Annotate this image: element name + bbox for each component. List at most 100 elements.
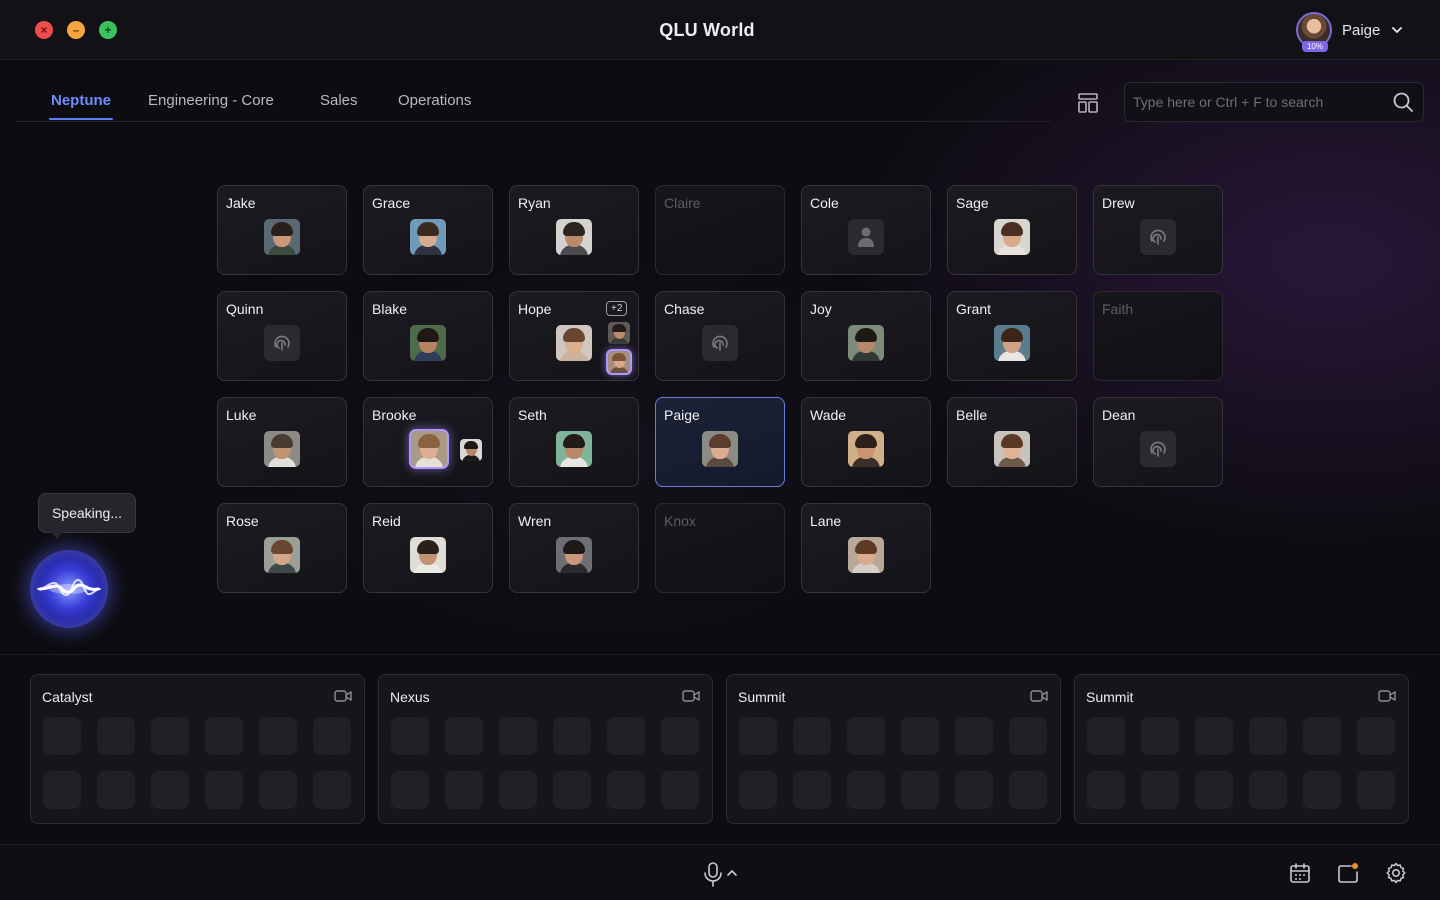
tab-neptune[interactable]: Neptune [51,92,111,109]
seat [1249,771,1287,809]
room-name: Quinn [226,301,264,317]
room-reid[interactable]: Reid [363,503,493,593]
room-lane[interactable]: Lane [801,503,931,593]
seat [793,771,831,809]
room-name: Ryan [518,195,551,211]
room-faith[interactable]: Faith [1093,291,1223,381]
room-sage[interactable]: Sage [947,185,1077,275]
calendar-icon[interactable] [1288,861,1312,885]
user-avatar [410,537,446,573]
seat [205,771,243,809]
seat [499,771,537,809]
room-name: Dean [1102,407,1136,423]
seat [739,717,777,755]
room-name: Seth [518,407,547,423]
room-blake[interactable]: Blake [363,291,493,381]
seat [205,717,243,755]
room-name: Rose [226,513,259,529]
seat [43,771,81,809]
room-name: Hope [518,301,552,317]
room-quinn[interactable]: Quinn [217,291,347,381]
room-knox[interactable]: Knox [655,503,785,593]
seat [1357,717,1395,755]
bottom-toolbar [0,844,1440,900]
room-ryan[interactable]: Ryan [509,185,639,275]
room-grant[interactable]: Grant [947,291,1077,381]
voice-activity-orb[interactable] [30,550,108,628]
meeting-room-summit-2[interactable]: Summit [1074,674,1409,824]
seat [43,717,81,755]
room-cole[interactable]: Cole [801,185,931,275]
room-name: Drew [1102,195,1135,211]
user-avatar [556,325,592,361]
room-name: Belle [956,407,988,423]
layout-icon [1078,93,1098,113]
layout-toggle-button[interactable] [1075,90,1101,116]
seat [1357,771,1395,809]
user-avatar [556,219,592,255]
settings-icon[interactable] [1384,861,1408,885]
seat [97,771,135,809]
room-seth[interactable]: Seth [509,397,639,487]
room-name: Lane [810,513,842,529]
room-hope[interactable]: Hope +2 [509,291,639,381]
room-wren[interactable]: Wren [509,503,639,593]
seat [955,771,993,809]
room-jake[interactable]: Jake [217,185,347,275]
room-luke[interactable]: Luke [217,397,347,487]
room-dean[interactable]: Dean [1093,397,1223,487]
room-drew[interactable]: Drew [1093,185,1223,275]
room-name: Wren [518,513,552,529]
meeting-room-catalyst[interactable]: Catalyst [30,674,365,824]
room-name: Brooke [372,407,417,423]
room-grace[interactable]: Grace [363,185,493,275]
seat [1141,717,1179,755]
room-brooke[interactable]: Brooke [363,397,493,487]
voice-wave-icon [37,578,101,597]
room-belle[interactable]: Belle [947,397,1077,487]
seat [847,771,885,809]
seat [151,771,189,809]
room-chase[interactable]: Chase [655,291,785,381]
meeting-room-nexus[interactable]: Nexus [378,674,713,824]
seat [847,717,885,755]
room-claire[interactable]: Claire [655,185,785,275]
seat [607,771,645,809]
meeting-room-summit[interactable]: Summit [726,674,1061,824]
room-name: Joy [810,301,832,317]
section-divider [0,654,1440,655]
chevron-down-icon [1392,27,1403,33]
room-joy[interactable]: Joy [801,291,931,381]
user-avatar [994,219,1030,255]
search-icon[interactable] [1392,91,1414,113]
user-menu[interactable]: 10% Paige [1296,11,1404,52]
notifications-icon[interactable] [1336,861,1360,885]
tab-sales[interactable]: Sales [320,92,358,109]
room-name: Grant [956,301,992,317]
battery-badge: 10% [1302,41,1328,52]
search-input[interactable] [1133,83,1383,121]
seat [739,771,777,809]
seat [391,717,429,755]
seat [553,717,591,755]
video-camera-icon [334,690,352,702]
video-camera-icon [1378,690,1396,702]
video-camera-icon [682,690,700,702]
chevron-up-icon [727,870,737,876]
seat [661,717,699,755]
user-avatar [848,325,884,361]
seat [553,771,591,809]
user-name: Paige [1342,21,1381,39]
user-avatar [994,325,1030,361]
tab-engineering-core[interactable]: Engineering - Core [148,92,274,109]
tab-operations[interactable]: Operations [398,92,471,109]
seat [259,771,297,809]
seat [391,771,429,809]
room-rose[interactable]: Rose [217,503,347,593]
room-paige-current[interactable]: Paige [655,397,785,487]
seat [313,717,351,755]
microphone-button[interactable] [703,861,741,887]
room-name: Knox [664,513,696,529]
search-box [1124,82,1424,122]
room-wade[interactable]: Wade [801,397,931,487]
